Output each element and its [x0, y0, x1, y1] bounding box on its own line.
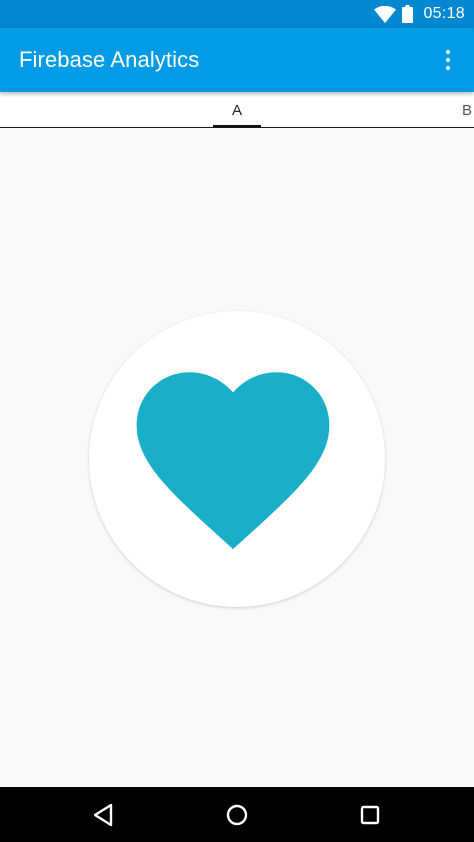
status-time: 05:18: [423, 5, 465, 22]
heart-icon: [136, 372, 330, 549]
status-bar: 05:18: [0, 0, 474, 28]
tab-b[interactable]: B: [462, 92, 474, 127]
home-icon[interactable]: [220, 798, 254, 832]
back-icon[interactable]: [87, 798, 121, 832]
overflow-menu-icon[interactable]: [436, 48, 460, 72]
battery-icon: [402, 5, 414, 23]
tab-strip: A B: [0, 92, 474, 128]
app-bar: Firebase Analytics: [0, 28, 474, 92]
tab-a[interactable]: A: [213, 92, 261, 127]
status-icons: 05:18: [374, 0, 474, 28]
tab-content: [0, 128, 474, 787]
heart-image[interactable]: [89, 311, 385, 607]
wifi-icon: [374, 5, 397, 23]
app-title: Firebase Analytics: [19, 47, 200, 72]
system-nav-bar: [0, 787, 474, 842]
screen: 05:18 Firebase Analytics A B: [0, 0, 474, 842]
recents-icon[interactable]: [353, 798, 387, 832]
